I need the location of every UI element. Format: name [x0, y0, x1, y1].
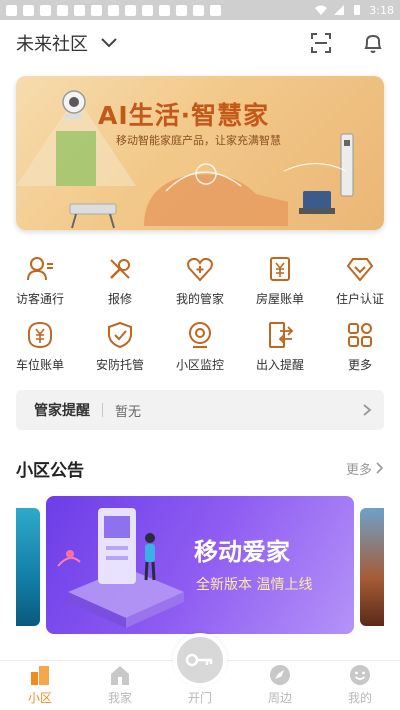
tab-label: 周边 [267, 691, 292, 705]
tab-my-home[interactable]: 我家 [80, 661, 160, 710]
service-label: 安防托管 [95, 358, 144, 372]
notification-icon [125, 4, 136, 16]
notification-icon [108, 4, 119, 16]
tab-label: 我的 [347, 691, 372, 705]
repair-icon [110, 259, 130, 279]
tab-label: 小区 [27, 691, 52, 705]
service-parking-bill[interactable]: 车位账单 [0, 320, 80, 386]
service-butler[interactable]: 我的管家 [160, 254, 240, 320]
service-label: 更多 [347, 358, 372, 372]
camera-icon [189, 322, 211, 348]
butler-reminder-bar[interactable]: 管家提醒 暂无 [16, 390, 384, 430]
house-bill-icon [270, 257, 290, 281]
tab-mine[interactable]: 我的 [320, 661, 400, 710]
announcements-more-link[interactable]: 更多 [346, 459, 384, 478]
service-grid: 访客通行 报修 我的管家 房屋账单 住户认证 车位账单 安防托管 小区监控 出入… [0, 254, 400, 386]
service-label: 房屋账单 [255, 292, 304, 306]
announcements-title: 小区公告 [16, 460, 84, 481]
buildings-icon [31, 666, 49, 685]
announcement-carousel[interactable]: 移动爱家 全新版本 温情上线 [0, 496, 400, 638]
service-label: 住户认证 [335, 292, 384, 306]
notification-icon [176, 4, 187, 16]
notification-icon [57, 4, 68, 16]
announcement-card[interactable]: 移动爱家 全新版本 温情上线 [46, 496, 354, 634]
visitor-icon [27, 257, 53, 281]
butler-icon [187, 257, 213, 282]
announcements-header: 小区公告 更多 [16, 454, 384, 482]
notification-icon [6, 4, 17, 16]
service-label: 小区监控 [175, 358, 224, 372]
bell-icon[interactable] [362, 32, 384, 54]
status-time: 3:18 [369, 3, 394, 17]
service-security[interactable]: 安防托管 [80, 320, 160, 386]
chevron-down-icon [101, 38, 117, 48]
wifi-icon [315, 5, 328, 15]
announcement-card-title: 移动爱家 [194, 538, 290, 566]
tab-label: 我家 [107, 691, 132, 705]
service-label: 出入提醒 [255, 358, 304, 372]
chevron-right-icon [376, 462, 384, 474]
notification-icon [23, 4, 34, 16]
service-label: 车位账单 [15, 358, 64, 372]
notification-icon [210, 4, 221, 16]
notification-icons [6, 4, 221, 16]
banner-title: AI生活·智慧家 [98, 101, 270, 130]
resident-cert-icon [346, 258, 374, 282]
reminder-value: 暂无 [115, 404, 142, 420]
service-house-bill[interactable]: 房屋账单 [240, 254, 320, 320]
tab-community[interactable]: 小区 [0, 661, 80, 710]
announcement-card-prev[interactable] [16, 508, 40, 626]
community-selector[interactable]: 未来社区 [16, 30, 118, 56]
top-bar: 未来社区 [0, 20, 400, 66]
key-icon [185, 653, 213, 667]
open-door-button[interactable] [173, 633, 227, 687]
reminder-title: 管家提醒 [34, 403, 90, 419]
notification-icon [142, 4, 153, 16]
smiley-icon [350, 665, 370, 685]
service-visitor-pass[interactable]: 访客通行 [0, 254, 80, 320]
service-label: 报修 [107, 292, 132, 306]
battery-icon [354, 5, 361, 15]
scan-icon[interactable] [310, 32, 332, 54]
compass-icon [270, 665, 290, 685]
notification-icon [40, 4, 51, 16]
notification-icon [193, 4, 204, 16]
notification-icon [74, 4, 85, 16]
banner-subtitle: 移动智能家庭产品，让家充满智慧 [116, 134, 281, 147]
community-name: 未来社区 [16, 34, 88, 55]
parking-bill-icon [27, 321, 53, 349]
service-label: 访客通行 [15, 292, 64, 306]
service-repair[interactable]: 报修 [80, 254, 160, 320]
tab-nearby[interactable]: 周边 [240, 661, 320, 710]
promo-banner[interactable]: AI生活·智慧家 移动智能家庭产品，让家充满智慧 [16, 76, 384, 230]
chevron-right-icon [363, 404, 372, 416]
service-more[interactable]: 更多 [320, 320, 400, 386]
announcement-card-next[interactable] [360, 508, 384, 626]
service-camera[interactable]: 小区监控 [160, 320, 240, 386]
signal-icon [334, 5, 345, 15]
shield-icon [108, 321, 132, 349]
more-grid-icon [348, 323, 372, 347]
service-label: 我的管家 [175, 292, 224, 306]
announcement-card-subtitle: 全新版本 温情上线 [196, 577, 313, 593]
status-bar: 3:18 [0, 0, 400, 20]
service-access-alert[interactable]: 出入提醒 [240, 320, 320, 386]
service-resident-cert[interactable]: 住户认证 [320, 254, 400, 320]
notification-icon [159, 4, 170, 16]
house-icon [111, 666, 129, 685]
tab-label: 开门 [187, 691, 212, 705]
notification-icon [91, 4, 102, 16]
reminder-divider [102, 403, 103, 417]
more-label: 更多 [345, 462, 372, 478]
door-exit-icon [269, 322, 294, 348]
